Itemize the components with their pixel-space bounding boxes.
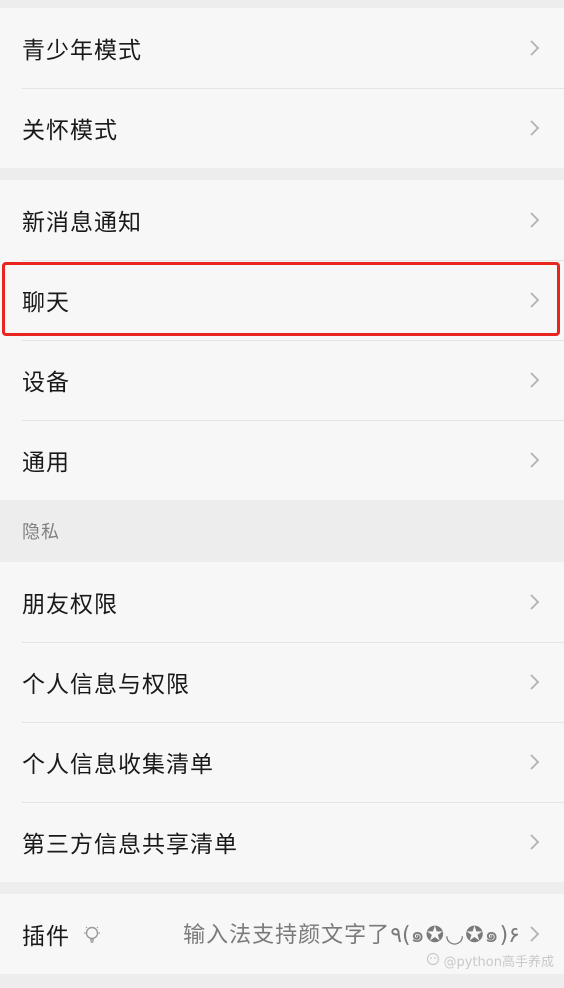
- settings-item-personal-info-collection-list[interactable]: 个人信息收集清单: [0, 722, 564, 802]
- settings-item-personal-info-permissions[interactable]: 个人信息与权限: [0, 642, 564, 722]
- chevron-right-icon: [526, 834, 542, 850]
- settings-item-label: 青少年模式: [22, 38, 142, 64]
- settings-item-general[interactable]: 通用: [0, 420, 564, 500]
- chevron-right-icon: [526, 594, 542, 610]
- settings-item-label: 通用: [22, 450, 70, 476]
- watermark-text: @python高手养成: [443, 955, 554, 970]
- group-divider: [0, 168, 564, 180]
- watermark: @python高手养成: [426, 951, 554, 970]
- chevron-right-icon: [526, 292, 542, 308]
- chevron-right-icon: [526, 40, 542, 56]
- settings-item-label: 新消息通知: [22, 210, 142, 236]
- settings-item-care-mode[interactable]: 关怀模式: [0, 88, 564, 168]
- settings-group-modes: 青少年模式 关怀模式: [0, 8, 564, 168]
- settings-item-devices[interactable]: 设备: [0, 340, 564, 420]
- chevron-right-icon: [526, 212, 542, 228]
- chevron-right-icon: [526, 754, 542, 770]
- settings-item-label: 个人信息与权限: [22, 672, 190, 698]
- settings-item-third-party-sharing-list[interactable]: 第三方信息共享清单: [0, 802, 564, 882]
- group-divider: [0, 882, 564, 894]
- plugins-hint-text: 输入法支持颜文字了٩(๑✪◡✪๑)۶: [183, 922, 520, 948]
- settings-item-label: 第三方信息共享清单: [22, 832, 238, 858]
- chevron-right-icon: [526, 372, 542, 388]
- chevron-right-icon: [526, 926, 542, 942]
- settings-item-label: 设备: [22, 370, 70, 396]
- settings-group-general: 新消息通知 聊天 设备 通用: [0, 180, 564, 500]
- settings-item-label: 朋友权限: [22, 592, 118, 618]
- settings-item-label: 聊天: [22, 290, 70, 316]
- bottom-spacer: [0, 974, 564, 988]
- settings-item-label: 插件: [22, 924, 70, 950]
- settings-group-privacy: 朋友权限 个人信息与权限 个人信息收集清单 第三方信息共享清单: [0, 562, 564, 882]
- settings-item-label: 关怀模式: [22, 118, 118, 144]
- top-spacer: [0, 0, 564, 8]
- lightbulb-icon: [82, 924, 102, 944]
- chevron-right-icon: [526, 674, 542, 690]
- settings-item-friend-permissions[interactable]: 朋友权限: [0, 562, 564, 642]
- settings-item-new-message-notifications[interactable]: 新消息通知: [0, 180, 564, 260]
- watermark-logo-icon: [426, 952, 440, 970]
- section-header-privacy: 隐私: [0, 500, 564, 562]
- settings-item-teen-mode[interactable]: 青少年模式: [0, 8, 564, 88]
- settings-item-label: 个人信息收集清单: [22, 752, 214, 778]
- chevron-right-icon: [526, 120, 542, 136]
- settings-item-chat[interactable]: 聊天: [0, 260, 564, 340]
- chevron-right-icon: [526, 452, 542, 468]
